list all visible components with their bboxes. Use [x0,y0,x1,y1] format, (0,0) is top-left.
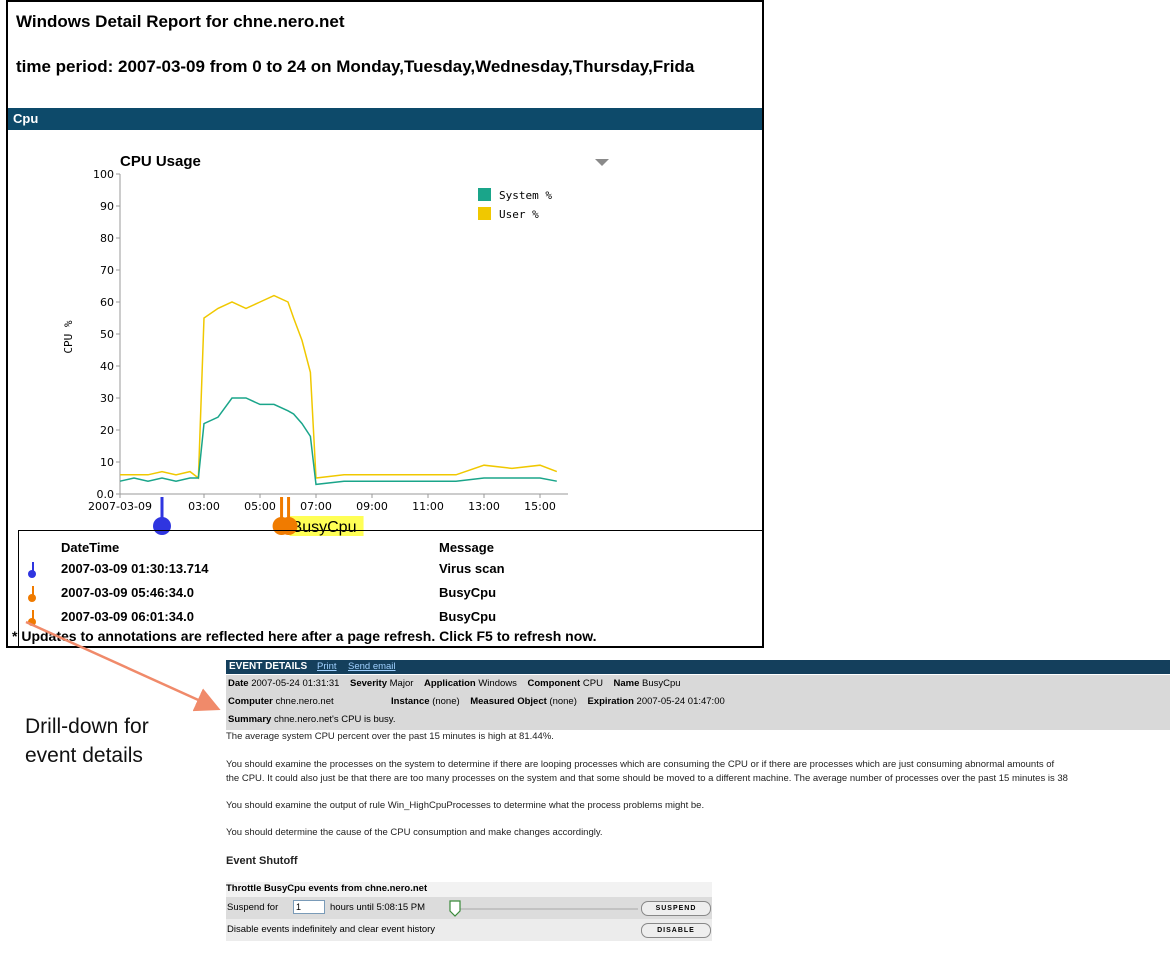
instance-label: Instance [391,696,430,707]
event-description-examine-1: You should examine the processes on the … [226,759,1055,770]
x-tick-label: 07:00 [300,500,332,513]
application-label: Application [423,678,476,689]
slider-handle-icon[interactable] [449,900,461,917]
drill-down-callout-label: Drill-down for event details [25,715,149,767]
summary-label: Summary [228,714,272,725]
suspend-hours-input[interactable] [293,900,325,914]
throttle-title: Throttle BusyCpu events from chne.nero.n… [226,882,712,897]
event-metadata: Date 2007-05-24 01:31:31 Severity Major … [226,675,1170,730]
x-tick-label: 15:00 [524,500,556,513]
suspend-duration-slider[interactable] [448,899,638,917]
expiration-value: 2007-05-24 01:47:00 [636,696,725,707]
throttle-box: Throttle BusyCpu events from chne.nero.n… [226,882,712,957]
severity-value: Major [389,678,414,689]
event-description-rule: You should examine the output of rule Wi… [226,800,705,811]
name-value: BusyCpu [642,678,681,689]
x-tick-label: 11:00 [412,500,444,513]
component-label: Component [527,678,581,689]
x-tick-label: 13:00 [468,500,500,513]
disable-events-label: Disable events indefinitely and clear ev… [227,924,436,935]
disable-row: Disable events indefinitely and clear ev… [226,919,712,941]
disable-button[interactable]: DISABLE [641,923,711,938]
computer-value: chne.nero.net [275,696,334,707]
computer-label: Computer [228,696,273,707]
row-message: BusyCpu [439,585,497,600]
component-value: CPU [582,678,603,689]
event-description-examine-2: the CPU. It could also just be that ther… [226,773,1068,784]
suspend-for-label: Suspend for [227,902,279,913]
chart-menu-triangle-down-icon[interactable] [595,159,609,166]
chart-legend: System % User % [478,188,552,221]
measured-object-value: (none) [549,696,577,707]
date-value: 2007-05-24 01:31:31 [251,678,340,689]
application-value: Windows [478,678,517,689]
suspend-until-label: hours until 5:08:15 PM [330,902,426,913]
event-details-title: EVENT DETAILS [229,661,308,672]
date-label: Date [228,678,249,689]
print-link[interactable]: Print [317,661,337,672]
event-description-average: The average system CPU percent over the … [226,731,554,742]
summary-value: chne.nero.net's CPU is busy. [273,714,396,725]
drill-down-arrow-icon [25,620,221,712]
legend-label: User % [499,208,539,221]
event-shutoff-title: Event Shutoff [226,855,298,867]
send-email-link[interactable]: Send email [348,661,396,672]
throttle-suspend-row: Suspend for hours until 5:08:15 PM SUSPE… [226,897,712,919]
legend-swatch [478,207,491,220]
event-details-panel: EVENT DETAILS Print Send email Date 2007… [226,660,1170,957]
row-message: BusyCpu [439,609,497,624]
event-description-cause: You should determine the cause of the CP… [226,827,603,838]
event-details-header: EVENT DETAILS Print Send email [226,660,1170,674]
row-message: Virus scan [439,561,505,576]
name-label: Name [613,678,640,689]
measured-object-label: Measured Object [470,696,547,707]
severity-label: Severity [350,678,387,689]
expiration-label: Expiration [587,696,634,707]
instance-value: (none) [432,696,460,707]
x-tick-label: 09:00 [356,500,388,513]
column-header-message: Message [439,540,494,555]
suspend-button[interactable]: SUSPEND [641,901,711,916]
legend-label: System % [499,189,552,202]
legend-swatch [478,188,491,201]
